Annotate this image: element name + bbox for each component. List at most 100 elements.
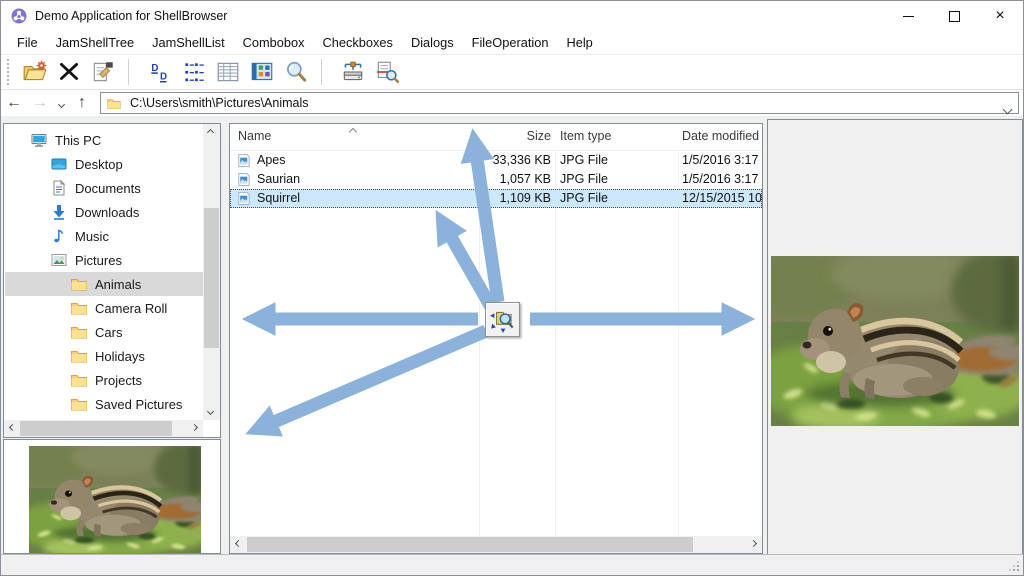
minimize-icon <box>903 16 914 17</box>
file-name-cell: Saurian <box>234 170 476 189</box>
toolbar-gripper[interactable] <box>7 59 9 85</box>
file-name-cell: Apes <box>234 151 476 170</box>
tree-item-label: Holidays <box>95 349 145 364</box>
image-file-icon <box>236 172 251 187</box>
list-view-button[interactable] <box>177 57 211 87</box>
file-name: Saurian <box>257 170 300 189</box>
thumbnail-panel <box>3 439 221 554</box>
scroll-down-icon[interactable] <box>207 408 214 415</box>
menu-fileoperation[interactable]: FileOperation <box>463 35 558 50</box>
folder-icon <box>70 275 88 293</box>
network-drive-button[interactable] <box>336 57 370 87</box>
file-row-saurian[interactable]: Saurian 1,057 KB JPG File 1/5/2016 3:17 <box>230 170 762 189</box>
path-combobox[interactable]: C:\Users\smith\Pictures\Animals <box>100 92 1019 114</box>
search-icon <box>283 59 309 85</box>
sort-ascending-icon <box>349 128 357 136</box>
address-bar: ← → ↑ C:\Users\smith\Pictures\Animals <box>1 90 1023 117</box>
tree-item-this-pc[interactable]: This PC <box>5 128 203 152</box>
window-controls: × <box>885 1 1023 31</box>
drag-scroll-icon[interactable] <box>485 302 520 337</box>
large-icons-view-icon: DD <box>147 59 173 85</box>
column-header-date[interactable]: Date modified <box>682 124 762 149</box>
folder-icon <box>70 395 88 413</box>
column-header-label: Name <box>238 129 271 143</box>
app-logo-icon <box>11 8 27 24</box>
search-button[interactable] <box>279 57 313 87</box>
pictures-icon <box>50 251 68 269</box>
file-name-cell: Squirrel <box>234 189 476 208</box>
tree-item-label: Projects <box>95 373 142 388</box>
tree-item-pictures[interactable]: Pictures <box>5 248 203 272</box>
delete-button[interactable] <box>52 57 86 87</box>
tree-item-cars[interactable]: Cars <box>5 320 203 344</box>
combobox-dropdown-button[interactable] <box>1004 100 1011 118</box>
menu-jamshelllist[interactable]: JamShellList <box>143 35 234 50</box>
documents-icon <box>50 179 68 197</box>
scroll-right-icon[interactable] <box>750 540 757 547</box>
tree-horizontal-scrollbar[interactable] <box>4 420 203 437</box>
details-view-button[interactable] <box>211 57 245 87</box>
toolbar-separator <box>321 59 322 85</box>
tree-item-downloads[interactable]: Downloads <box>5 200 203 224</box>
title-bar[interactable]: Demo Application for ShellBrowser × <box>1 1 1023 31</box>
scrollbar-thumb[interactable] <box>204 208 219 348</box>
up-button[interactable]: ↑ <box>69 95 95 111</box>
list-horizontal-scrollbar[interactable] <box>230 536 762 553</box>
tree-item-holidays[interactable]: Holidays <box>5 344 203 368</box>
file-size-cell: 1,057 KB <box>480 170 551 189</box>
column-header-size[interactable]: Size <box>480 124 551 149</box>
scrollbar-thumb[interactable] <box>20 421 172 436</box>
file-date-cell: 1/5/2016 3:17 <box>682 151 762 170</box>
file-row-apes[interactable]: Apes 33,336 KB JPG File 1/5/2016 3:17 <box>230 151 762 170</box>
menu-jamshelltree[interactable]: JamShellTree <box>47 35 143 50</box>
scroll-left-icon[interactable] <box>9 424 16 431</box>
scroll-up-icon[interactable] <box>207 129 214 136</box>
tree-item-camera-roll[interactable]: Camera Roll <box>5 296 203 320</box>
tree-item-animals[interactable]: Animals <box>5 272 203 296</box>
properties-button[interactable] <box>86 57 120 87</box>
tree-item-label: Animals <box>95 277 141 292</box>
menu-combobox[interactable]: Combobox <box>234 35 314 50</box>
scrollbar-thumb[interactable] <box>247 537 693 552</box>
content-area: This PC Desktop Documents Downloads Musi… <box>1 117 1023 555</box>
file-row-squirrel[interactable]: Squirrel 1,109 KB JPG File 12/15/2015 10 <box>230 189 762 208</box>
thumbnails-view-button[interactable] <box>245 57 279 87</box>
chevron-down-icon <box>57 101 64 108</box>
tree-item-label: Pictures <box>75 253 122 268</box>
toolbar-separator <box>128 59 129 85</box>
back-button[interactable]: ← <box>1 95 27 111</box>
chevron-down-icon <box>1003 105 1013 115</box>
close-button[interactable]: × <box>977 1 1023 31</box>
menu-file[interactable]: File <box>8 35 47 50</box>
tree-item-music[interactable]: Music <box>5 224 203 248</box>
filter-search-button[interactable] <box>370 57 404 87</box>
tree-vertical-scrollbar[interactable] <box>203 124 220 420</box>
tree-item-documents[interactable]: Documents <box>5 176 203 200</box>
scroll-right-icon[interactable] <box>191 424 198 431</box>
tree-item-label: Music <box>75 229 109 244</box>
resize-grip-icon[interactable] <box>1008 560 1020 572</box>
menu-help[interactable]: Help <box>557 35 601 50</box>
history-dropdown-button[interactable] <box>53 95 69 111</box>
column-header-name[interactable]: Name <box>238 124 474 149</box>
minimize-button[interactable] <box>885 1 931 31</box>
menu-checkboxes[interactable]: Checkboxes <box>314 35 402 50</box>
column-header-type[interactable]: Item type <box>560 124 674 149</box>
file-rows: Apes 33,336 KB JPG File 1/5/2016 3:17 Sa… <box>230 151 762 208</box>
tree-item-label: Documents <box>75 181 141 196</box>
folder-icon <box>70 323 88 341</box>
tree-item-desktop[interactable]: Desktop <box>5 152 203 176</box>
tree-item-projects[interactable]: Projects <box>5 368 203 392</box>
scroll-left-icon[interactable] <box>235 540 242 547</box>
open-folder-button[interactable] <box>18 57 52 87</box>
status-bar <box>1 554 1023 575</box>
properties-icon <box>90 59 116 85</box>
file-list-panel: Name Size Item type Date modified Apes 3… <box>229 123 763 554</box>
forward-button[interactable]: → <box>27 95 53 111</box>
maximize-button[interactable] <box>931 1 977 31</box>
details-view-icon <box>215 59 241 85</box>
large-icons-view-button[interactable]: DD <box>143 57 177 87</box>
menu-dialogs[interactable]: Dialogs <box>402 35 463 50</box>
tree-item-saved-pictures[interactable]: Saved Pictures <box>5 392 203 416</box>
folder-tree: This PC Desktop Documents Downloads Musi… <box>5 128 203 420</box>
